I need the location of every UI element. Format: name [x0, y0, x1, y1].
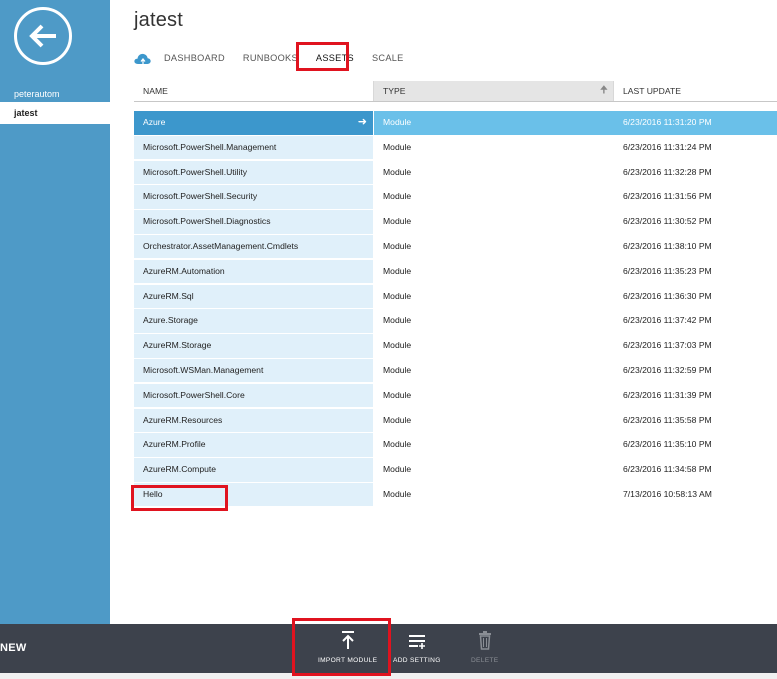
cell-last-update: 6/23/2016 11:36:30 PM: [623, 290, 712, 301]
table-row[interactable]: Microsoft.WSMan.Management Module 6/23/2…: [134, 358, 777, 384]
cell-type: Module: [383, 191, 412, 202]
column-header-type-label: TYPE: [383, 86, 406, 96]
cell-name[interactable]: AzureRM.Automation: [134, 259, 373, 284]
table-row[interactable]: Microsoft.PowerShell.Utility Module 6/23…: [134, 160, 777, 186]
table-row[interactable]: Azure ➜ Module 6/23/2016 11:31:20 PM: [134, 111, 777, 136]
cell-name[interactable]: Microsoft.PowerShell.Management: [134, 135, 373, 160]
cell-type: Module: [383, 315, 412, 326]
cell-type: Module: [383, 414, 412, 425]
hello-row-annotation: [131, 485, 228, 511]
table-row[interactable]: Microsoft.PowerShell.Diagnostics Module …: [134, 210, 777, 235]
table-row[interactable]: AzureRM.Profile Module 6/23/2016 11:35:1…: [134, 433, 777, 458]
cell-last-update: 6/23/2016 11:30:52 PM: [623, 216, 712, 227]
cell-type: Module: [383, 488, 412, 499]
cell-last-update: 6/23/2016 11:31:20 PM: [614, 111, 777, 135]
cell-last-update: 6/23/2016 11:34:58 PM: [623, 464, 712, 475]
add-setting-button[interactable]: ADD SETTING: [393, 630, 441, 668]
cell-type: Module: [383, 216, 412, 227]
cell-last-update: 6/23/2016 11:35:10 PM: [623, 439, 712, 450]
cell-type: Module: [383, 240, 412, 251]
cell-name[interactable]: Orchestrator.AssetManagement.Cmdlets: [134, 234, 373, 259]
cell-type: Module: [374, 111, 614, 135]
cell-type: Module: [383, 464, 412, 475]
arrow-right-icon[interactable]: ➜: [358, 111, 367, 135]
back-button[interactable]: [14, 7, 72, 65]
cell-name[interactable]: Microsoft.PowerShell.Security: [134, 185, 373, 209]
delete-button[interactable]: DELETE: [471, 630, 498, 668]
cell-last-update: 6/23/2016 11:32:28 PM: [623, 166, 712, 177]
tab-scale[interactable]: SCALE: [372, 53, 404, 63]
sort-up-icon: 🠉: [599, 85, 608, 96]
add-setting-icon: [408, 635, 425, 649]
header-divider: [134, 101, 777, 102]
column-header-type[interactable]: TYPE 🠉: [374, 81, 614, 101]
cell-last-update: 6/23/2016 11:31:39 PM: [623, 389, 712, 400]
delete-label: DELETE: [471, 657, 499, 664]
table-row[interactable]: AzureRM.Sql Module 6/23/2016 11:36:30 PM: [134, 284, 777, 310]
cell-last-update: 6/23/2016 11:31:56 PM: [623, 191, 712, 202]
cell-name[interactable]: AzureRM.Profile: [134, 433, 373, 457]
cell-last-update: 6/23/2016 11:31:24 PM: [623, 141, 712, 152]
cell-name-text: Azure: [143, 117, 166, 127]
cell-name[interactable]: AzureRM.Resources: [134, 408, 373, 433]
cell-name[interactable]: Microsoft.PowerShell.Diagnostics: [134, 210, 373, 234]
cell-name[interactable]: Microsoft.PowerShell.Utility: [134, 160, 373, 185]
tab-runbooks[interactable]: RUNBOOKS: [243, 53, 298, 63]
trash-icon: [478, 631, 491, 650]
cell-type: Module: [383, 166, 412, 177]
table-row[interactable]: AzureRM.Automation Module 6/23/2016 11:3…: [134, 259, 777, 285]
cell-last-update: 6/23/2016 11:32:59 PM: [623, 364, 712, 375]
table-row[interactable]: Azure.Storage Module 6/23/2016 11:37:42 …: [134, 309, 777, 334]
cell-type: Module: [383, 340, 412, 351]
column-header-name[interactable]: NAME: [134, 81, 374, 101]
cell-last-update: 7/13/2016 10:58:13 AM: [623, 488, 712, 499]
table-row[interactable]: Microsoft.PowerShell.Security Module 6/2…: [134, 185, 777, 210]
table-row[interactable]: Hello Module 7/13/2016 10:58:13 AM: [134, 482, 777, 508]
cell-name[interactable]: AzureRM.Sql: [134, 284, 373, 309]
cell-last-update: 6/23/2016 11:37:42 PM: [623, 315, 712, 326]
import-module-annotation: [292, 618, 391, 676]
main-content: jatest DASHBOARD RUNBOOKS ASSETS SCALE N…: [110, 0, 777, 624]
table-row[interactable]: AzureRM.Storage Module 6/23/2016 11:37:0…: [134, 334, 777, 359]
table-row[interactable]: AzureRM.Resources Module 6/23/2016 11:35…: [134, 408, 777, 434]
cell-name[interactable]: AzureRM.Storage: [134, 334, 373, 358]
cell-type: Module: [383, 364, 412, 375]
cloud-icon: [134, 53, 151, 64]
sidebar-item-jatest[interactable]: jatest: [0, 102, 110, 124]
tab-bar: DASHBOARD RUNBOOKS ASSETS SCALE: [134, 48, 422, 68]
cell-name[interactable]: Azure ➜: [134, 111, 373, 135]
add-setting-label: ADD SETTING: [393, 657, 441, 664]
column-header-last-update[interactable]: LAST UPDATE: [614, 81, 777, 101]
cell-type: Module: [383, 439, 412, 450]
sidebar: peterautom jatest: [0, 0, 110, 624]
cell-last-update: 6/23/2016 11:37:03 PM: [623, 340, 712, 351]
table-row[interactable]: Orchestrator.AssetManagement.Cmdlets Mod…: [134, 234, 777, 260]
cell-type: Module: [383, 389, 412, 400]
back-arrow-icon: [29, 24, 56, 48]
table-row[interactable]: Microsoft.PowerShell.Core Module 6/23/20…: [134, 383, 777, 409]
tab-dashboard[interactable]: DASHBOARD: [164, 53, 225, 63]
cell-name[interactable]: AzureRM.Compute: [134, 458, 373, 482]
cell-type: Module: [383, 141, 412, 152]
cell-type: Module: [383, 290, 412, 301]
cell-name[interactable]: Microsoft.WSMan.Management: [134, 358, 373, 383]
cell-last-update: 6/23/2016 11:35:23 PM: [623, 265, 712, 276]
page-title: jatest: [134, 9, 184, 31]
assets-table-body: Azure ➜ Module 6/23/2016 11:31:20 PM Micr…: [134, 111, 777, 508]
new-button[interactable]: NEW: [0, 642, 27, 654]
table-row[interactable]: AzureRM.Compute Module 6/23/2016 11:34:5…: [134, 458, 777, 483]
table-row[interactable]: Microsoft.PowerShell.Management Module 6…: [134, 135, 777, 161]
cell-type: Module: [383, 265, 412, 276]
table-header: NAME TYPE 🠉 LAST UPDATE: [134, 81, 777, 101]
cell-name[interactable]: Microsoft.PowerShell.Core: [134, 383, 373, 408]
cell-last-update: 6/23/2016 11:38:10 PM: [623, 240, 712, 251]
cell-last-update: 6/23/2016 11:35:58 PM: [623, 414, 712, 425]
cell-name[interactable]: Azure.Storage: [134, 309, 373, 333]
assets-tab-annotation: [296, 42, 349, 71]
